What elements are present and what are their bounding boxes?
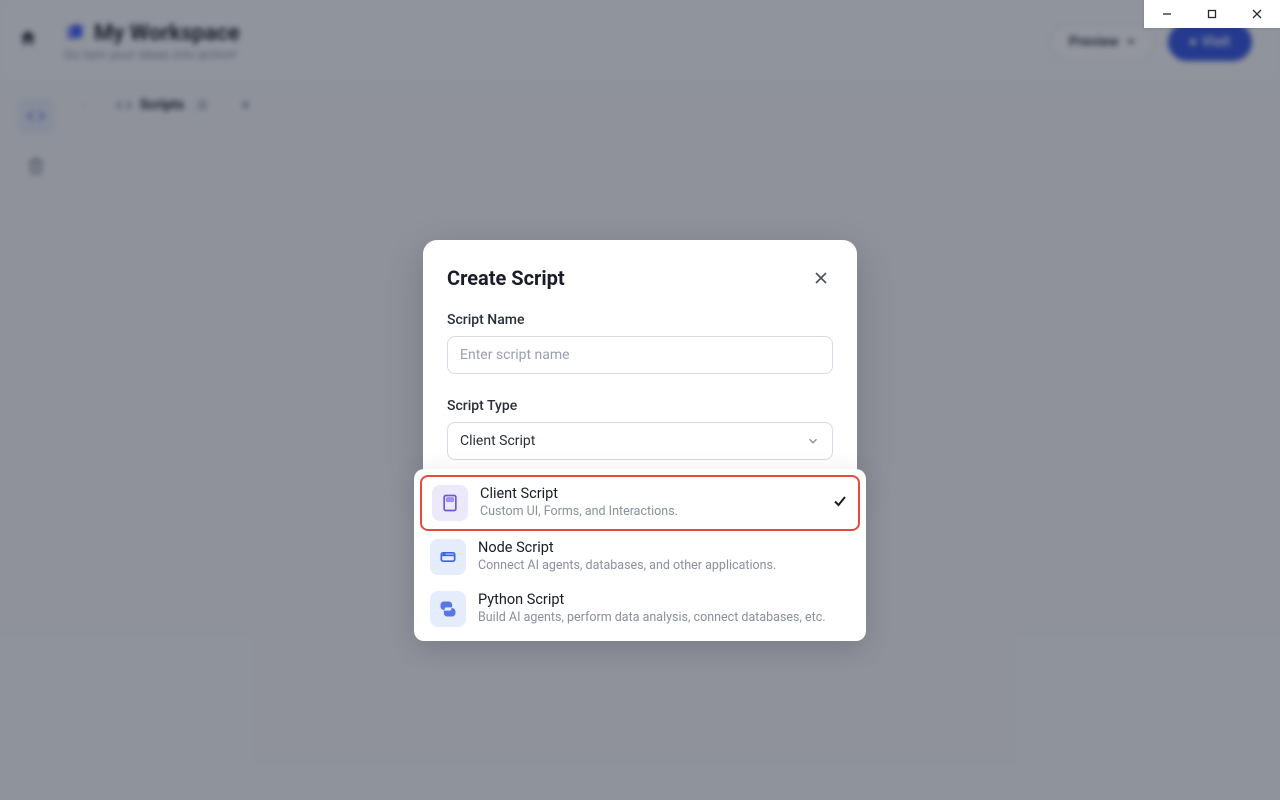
script-type-option-client[interactable]: Client Script Custom UI, Forms, and Inte… xyxy=(420,475,860,531)
window-minimize-button[interactable] xyxy=(1147,0,1187,28)
option-desc: Connect AI agents, databases, and other … xyxy=(478,558,850,574)
script-type-dropdown: Client Script Custom UI, Forms, and Inte… xyxy=(414,469,866,641)
node-script-icon xyxy=(430,539,466,575)
script-name-input[interactable] xyxy=(447,336,833,374)
create-script-modal: Create Script Script Name Script Type Cl… xyxy=(423,240,857,484)
modal-close-button[interactable] xyxy=(809,266,833,290)
script-type-option-python[interactable]: Python Script Build AI agents, perform d… xyxy=(420,583,860,635)
script-type-option-node[interactable]: Node Script Connect AI agents, databases… xyxy=(420,531,860,583)
modal-title: Create Script xyxy=(447,266,565,290)
option-title: Python Script xyxy=(478,591,850,609)
close-icon xyxy=(1251,8,1263,20)
minimize-icon xyxy=(1161,8,1173,20)
script-name-label: Script Name xyxy=(447,312,833,328)
python-script-icon xyxy=(430,591,466,627)
option-desc: Custom UI, Forms, and Interactions. xyxy=(480,504,820,520)
option-title: Client Script xyxy=(480,485,820,503)
script-type-label: Script Type xyxy=(447,398,833,414)
option-desc: Build AI agents, perform data analysis, … xyxy=(478,610,850,626)
script-type-select[interactable]: Client Script xyxy=(447,422,833,460)
window-close-button[interactable] xyxy=(1237,0,1277,28)
maximize-icon xyxy=(1206,8,1218,20)
option-title: Node Script xyxy=(478,539,850,557)
window-maximize-button[interactable] xyxy=(1192,0,1232,28)
check-icon xyxy=(832,493,848,513)
chevron-down-icon xyxy=(806,434,820,448)
script-type-selected-value: Client Script xyxy=(460,433,535,449)
client-script-icon xyxy=(432,485,468,521)
close-icon xyxy=(813,270,829,286)
window-controls xyxy=(1144,0,1280,28)
